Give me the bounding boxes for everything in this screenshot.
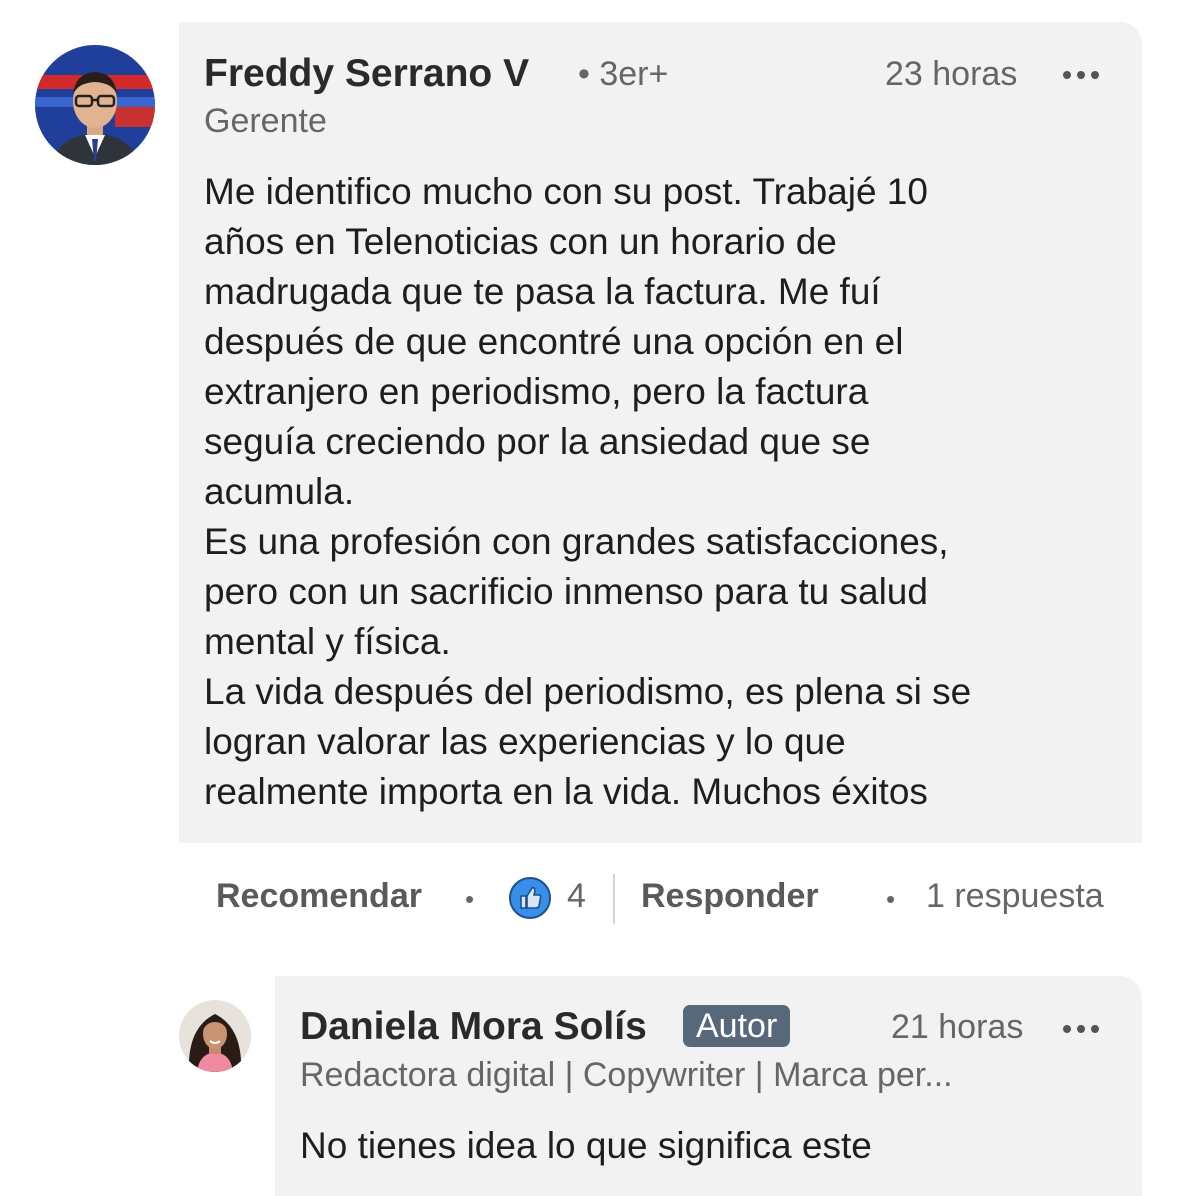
separator-dot: • — [886, 884, 896, 914]
reply-button[interactable]: Responder — [641, 877, 819, 916]
thumbs-up-icon[interactable] — [508, 876, 552, 920]
comment-actions: Recomendar • 4 Responder • 1 respuesta — [216, 874, 1136, 927]
reply-author-headline: Redactora digital | Copywriter | Marca p… — [300, 1056, 953, 1094]
divider — [613, 874, 615, 924]
author-badge: Autor — [683, 1005, 791, 1047]
comment-author-headline: Gerente — [204, 102, 327, 140]
connection-degree: • 3er+ — [578, 55, 669, 93]
reply-author-name[interactable]: Daniela Mora Solís — [300, 1005, 647, 1049]
more-options-icon[interactable] — [1063, 1025, 1099, 1033]
comment-text: Me identifico mucho con su post. Trabajé… — [204, 171, 972, 812]
reply-timestamp: 21 horas — [891, 1008, 1024, 1046]
replies-count-link[interactable]: 1 respuesta — [926, 877, 1104, 916]
comment-author-name[interactable]: Freddy Serrano V — [204, 52, 529, 96]
recommend-button[interactable]: Recomendar — [216, 877, 422, 916]
comment-timestamp: 23 horas — [885, 55, 1018, 93]
separator-dot: • — [465, 884, 475, 914]
more-options-icon[interactable] — [1063, 71, 1099, 79]
reply-text: No tienes idea lo que significa este — [300, 1125, 872, 1166]
avatar[interactable] — [35, 45, 155, 165]
reply-avatar[interactable] — [179, 1000, 251, 1072]
reaction-count[interactable]: 4 — [567, 877, 586, 916]
